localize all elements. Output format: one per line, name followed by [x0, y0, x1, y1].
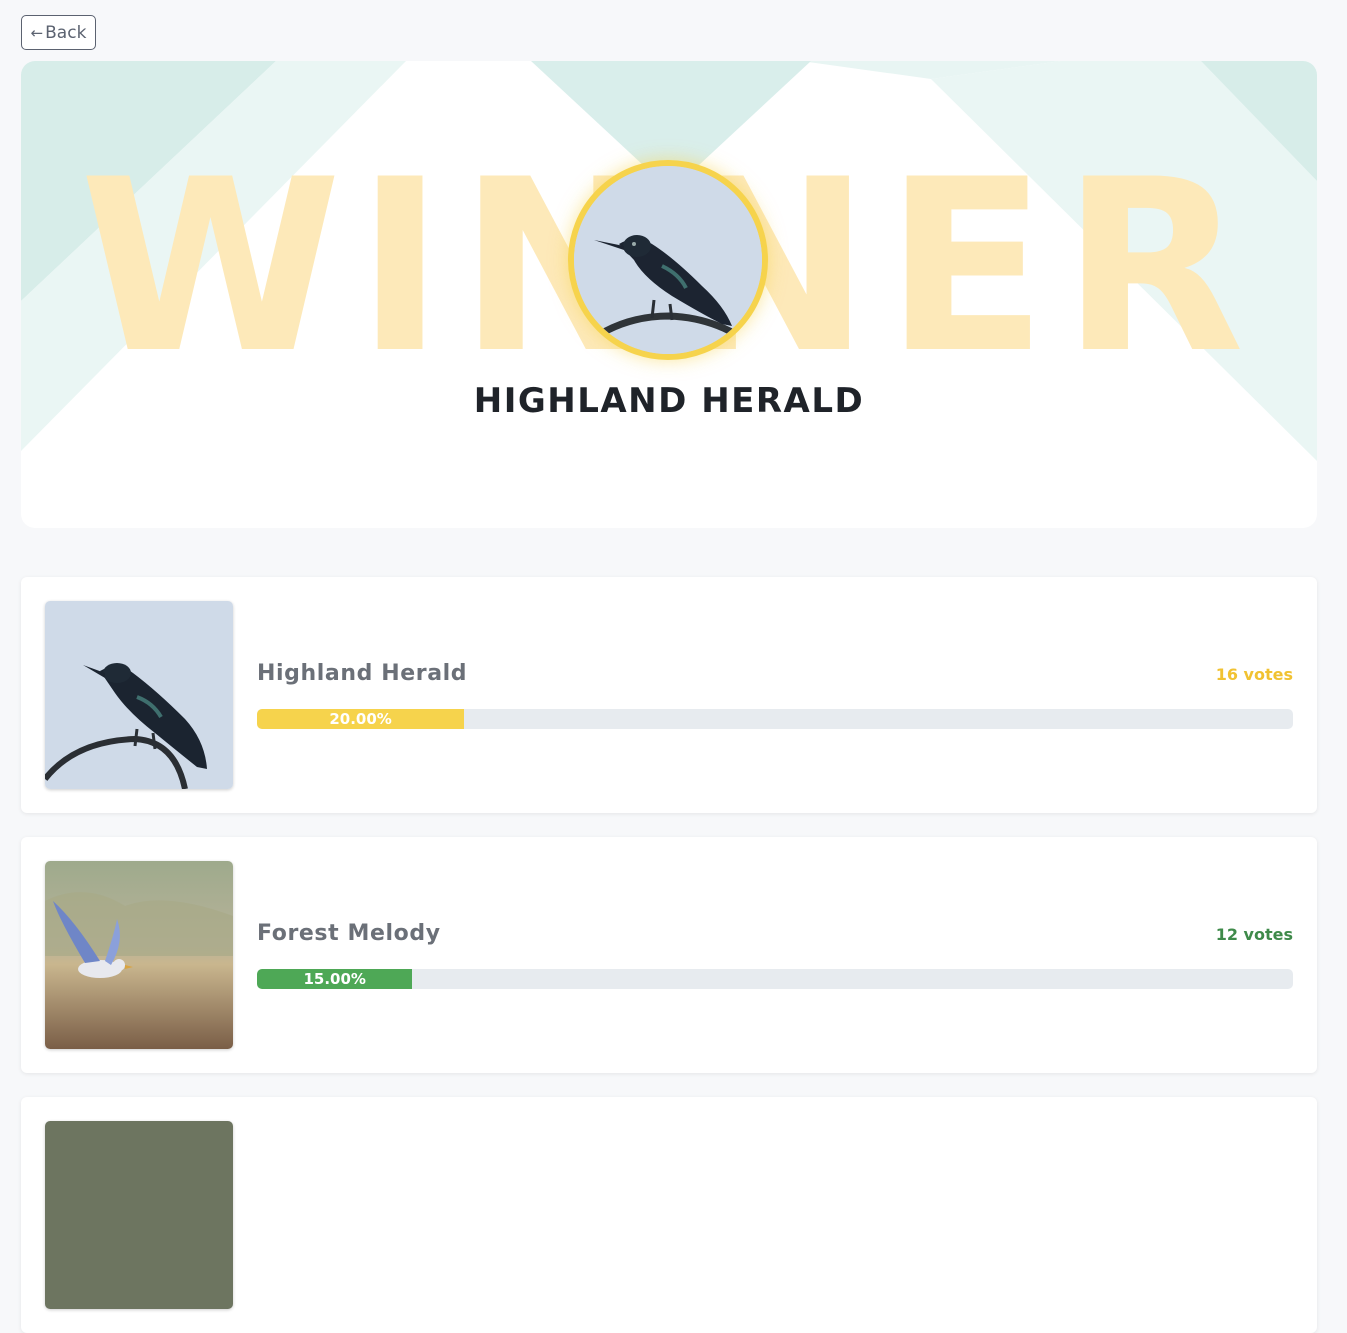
entry-card[interactable]: Forest Melody 12 votes 15.00%	[21, 837, 1317, 1073]
vote-progress-bar: 15.00%	[257, 969, 1293, 989]
entry-card[interactable]: Highland Herald 16 votes 20.00%	[21, 577, 1317, 813]
bird-photo-icon	[45, 861, 233, 1049]
entry-thumbnail	[45, 861, 233, 1049]
entry-card[interactable]	[21, 1097, 1317, 1333]
vote-count: 16 votes	[1215, 665, 1293, 684]
vote-percent: 15.00%	[303, 970, 366, 988]
entry-name: Highland Herald	[257, 661, 468, 686]
vote-count: 12 votes	[1215, 925, 1293, 944]
vote-progress-bar: 20.00%	[257, 709, 1293, 729]
winner-avatar	[568, 160, 768, 360]
winner-name: HIGHLAND HERALD	[473, 381, 865, 421]
winner-hero: WINNER HIGHLAND HERALD	[21, 61, 1317, 528]
vote-progress-fill: 20.00%	[257, 709, 465, 729]
vote-progress-fill: 15.00%	[257, 969, 413, 989]
back-button[interactable]: ← Back	[21, 15, 96, 50]
arrow-left-icon: ←	[30, 23, 44, 42]
entry-thumbnail	[45, 601, 233, 789]
back-label: Back	[45, 22, 87, 43]
entry-thumbnail	[45, 1121, 233, 1309]
bird-photo-icon	[45, 601, 233, 789]
vote-percent: 20.00%	[329, 710, 392, 728]
entry-name: Forest Melody	[257, 921, 441, 946]
bird-photo-icon	[574, 166, 762, 354]
